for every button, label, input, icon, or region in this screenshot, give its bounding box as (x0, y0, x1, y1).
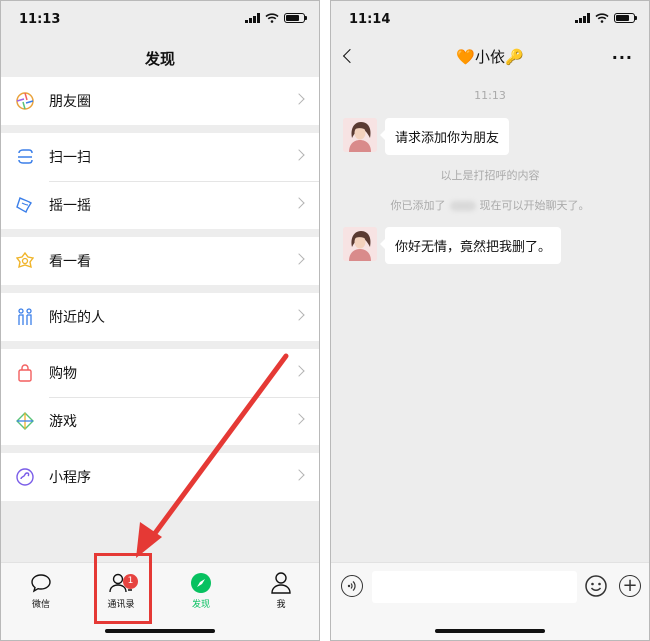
menu-item-label: 朋友圈 (49, 94, 91, 110)
chevron-right-icon (293, 149, 305, 161)
chevron-right-icon (293, 253, 305, 265)
menu-item-moments[interactable]: 朋友圈 (1, 77, 319, 125)
tab-bar: 微信 通讯录 1 发现 我 (1, 562, 319, 640)
menu-item-scan[interactable]: 扫一扫 (1, 133, 319, 181)
menu-item-label: 附近的人 (49, 310, 105, 326)
tab-label: 我 (276, 600, 286, 610)
message-timestamp: 11:13 (474, 89, 506, 102)
system-note-added: 你已添加了 现在可以开始聊天了。 (390, 199, 590, 212)
chevron-right-icon (293, 413, 305, 425)
menu-item-label: 扫一扫 (49, 150, 91, 166)
status-time: 11:13 (19, 12, 61, 27)
message-row: 你好无情，竟然把我删了。 (343, 227, 562, 264)
chevron-right-icon (293, 197, 305, 209)
add-attachment-icon[interactable]: + (619, 575, 641, 597)
status-bar: 11:13 (1, 1, 319, 39)
menu-item-top-stories[interactable]: 看一看 (1, 237, 319, 285)
chat-screen: 11:14 🧡小依🔑 ··· 11:13 请求添加你为朋友 以上是打招呼的内容 … (330, 0, 650, 641)
menu-item-games[interactable]: 游戏 (1, 397, 319, 445)
signal-icon (575, 13, 590, 23)
tab-label: 微信 (31, 600, 50, 610)
menu-item-shopping[interactable]: 购物 (1, 349, 319, 397)
me-icon (251, 571, 311, 595)
status-bar: 11:14 (331, 1, 649, 39)
top-stories-icon (15, 251, 35, 271)
chat-title: 🧡小依🔑 (456, 48, 524, 66)
menu-item-people-nearby[interactable]: 附近的人 (1, 293, 319, 341)
avatar[interactable] (343, 227, 377, 261)
discover-icon (171, 571, 231, 595)
battery-icon (614, 13, 637, 23)
emoji-icon[interactable] (585, 575, 607, 597)
message-bubble[interactable]: 你好无情，竟然把我删了。 (379, 227, 562, 264)
games-icon (15, 411, 35, 431)
tab-discover[interactable]: 发现 (171, 571, 231, 610)
home-indicator (105, 629, 215, 633)
home-indicator (435, 629, 545, 633)
system-note: 以上是打招呼的内容 (440, 169, 540, 182)
menu-item-label: 摇一摇 (49, 198, 91, 214)
chevron-right-icon (293, 309, 305, 321)
chat-icon (11, 571, 71, 595)
chevron-right-icon (293, 365, 305, 377)
menu-item-label: 看一看 (49, 254, 91, 270)
screenshot-composite: 11:13 发现 朋友圈 扫一扫 摇一摇 看一看 附近的人 购物 游戏 小程序 … (0, 0, 650, 641)
tab-label: 发现 (191, 600, 210, 610)
tab-chats[interactable]: 微信 (11, 571, 71, 610)
status-time: 11:14 (349, 12, 391, 27)
menu-item-label: 游戏 (49, 414, 77, 430)
menu-item-label: 购物 (49, 366, 77, 382)
voice-input-icon[interactable] (341, 575, 363, 597)
shake-icon (15, 195, 35, 215)
scan-icon (15, 147, 35, 167)
mini-programs-icon (15, 467, 35, 487)
more-options-icon[interactable]: ··· (612, 48, 633, 67)
page-title: 发现 (144, 50, 175, 68)
wifi-icon (265, 13, 279, 23)
contacts-highlight-box (94, 553, 152, 624)
discover-screen: 11:13 发现 朋友圈 扫一扫 摇一摇 看一看 附近的人 购物 游戏 小程序 … (0, 0, 320, 641)
people-nearby-icon (15, 307, 35, 327)
shopping-bag-icon (15, 363, 35, 383)
moments-icon (15, 91, 35, 111)
message-input[interactable] (372, 571, 577, 603)
chat-input-bar: + (331, 562, 649, 640)
avatar[interactable] (343, 118, 377, 152)
battery-icon (284, 13, 307, 23)
message-row: 请求添加你为朋友 (343, 118, 510, 155)
redacted-name (449, 201, 476, 211)
tab-me[interactable]: 我 (251, 571, 311, 610)
wifi-icon (595, 13, 609, 23)
chevron-right-icon (293, 93, 305, 105)
menu-item-label: 小程序 (49, 470, 91, 486)
message-bubble[interactable]: 请求添加你为朋友 (379, 118, 510, 155)
menu-item-shake[interactable]: 摇一摇 (1, 181, 319, 229)
menu-item-mini-programs[interactable]: 小程序 (1, 453, 319, 501)
signal-icon (245, 13, 260, 23)
chevron-right-icon (293, 469, 305, 481)
discover-menu: 朋友圈 扫一扫 摇一摇 看一看 附近的人 购物 游戏 小程序 (1, 77, 319, 509)
